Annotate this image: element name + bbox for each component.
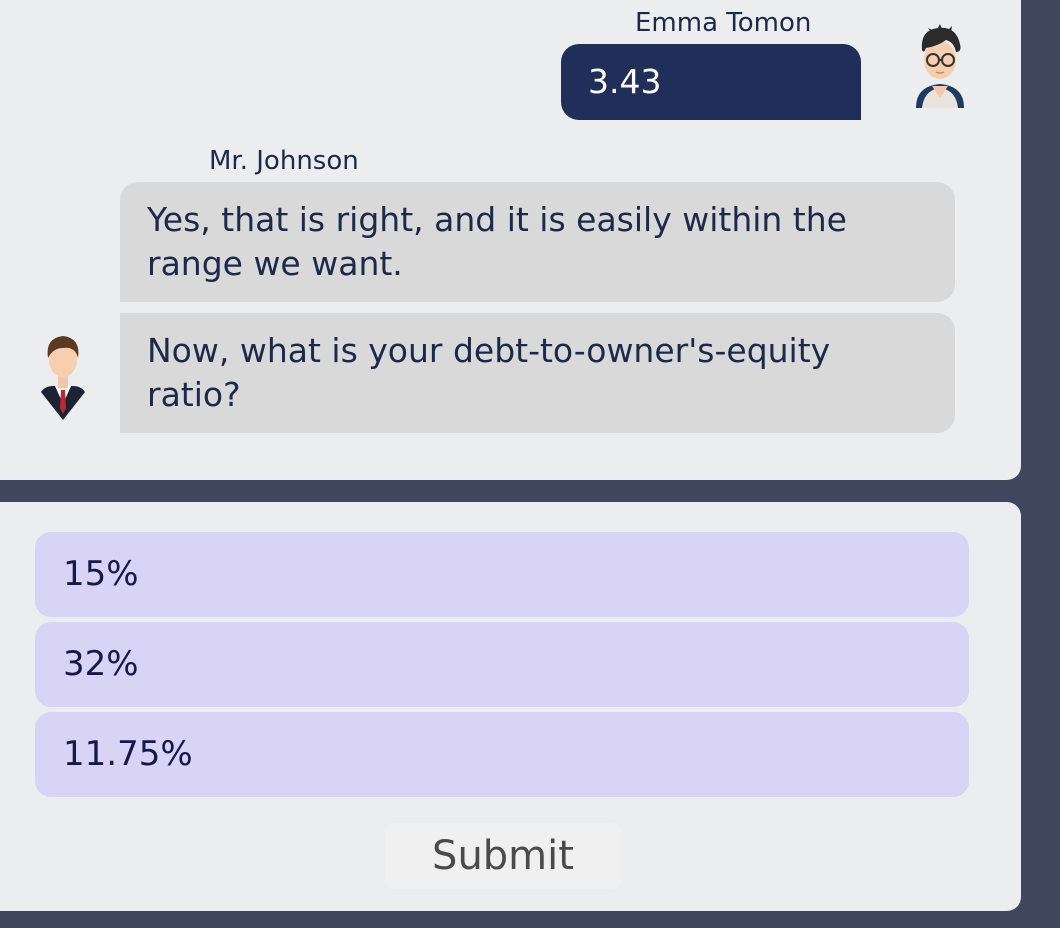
user-name: Emma Tomon <box>635 8 812 38</box>
bot-name: Mr. Johnson <box>209 146 359 176</box>
answer-option[interactable]: 15% <box>35 532 969 617</box>
bot-message-bubble: Yes, that is right, and it is easily wit… <box>120 182 955 302</box>
answer-option[interactable]: 32% <box>35 622 969 707</box>
user-message-bubble: 3.43 <box>561 44 861 120</box>
student-avatar-icon <box>916 24 964 108</box>
bot-message-bubble: Now, what is your debt-to-owner's-equity… <box>120 313 955 433</box>
answer-option[interactable]: 11.75% <box>35 712 969 797</box>
submit-button[interactable]: Submit <box>385 823 621 889</box>
chat-panel: Emma Tomon 3.43 Mr. Johnson Yes, that is… <box>0 0 1021 480</box>
businessman-avatar-icon <box>41 336 85 420</box>
